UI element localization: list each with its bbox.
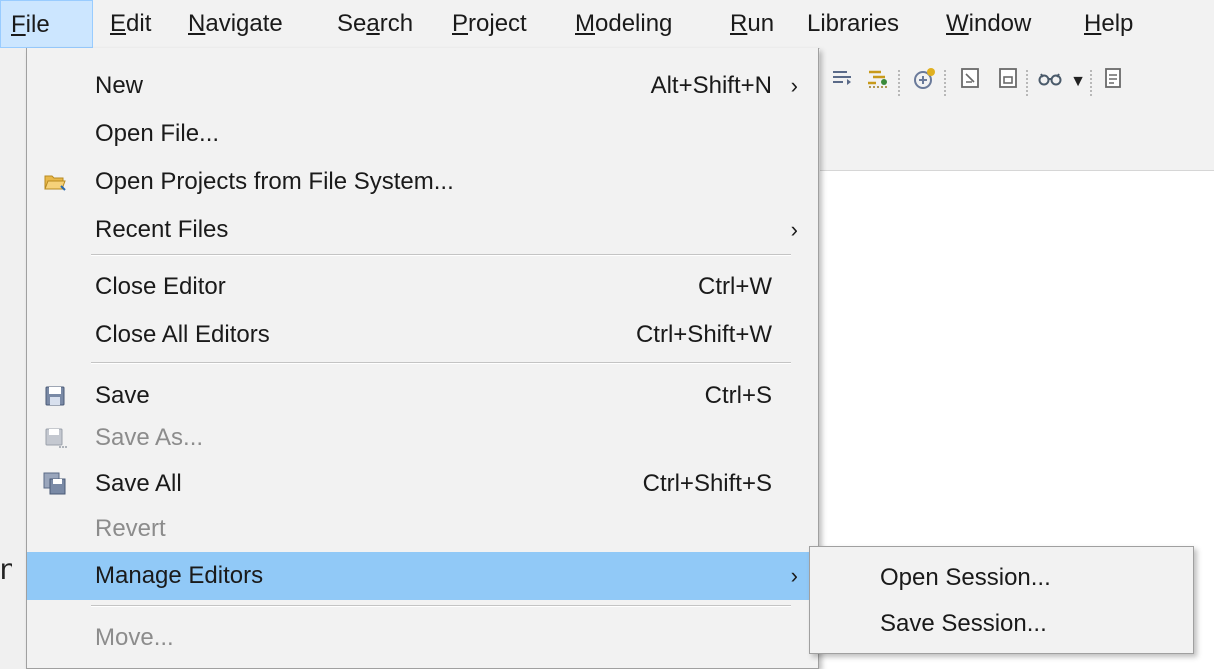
menu-project[interactable]: Project	[442, 0, 537, 48]
menu-libraries[interactable]: Libraries	[797, 0, 909, 48]
menu-run-label: un	[747, 10, 775, 37]
menu-bar: File Edit Navigate Search Project Modeli…	[0, 0, 1214, 49]
menu-item-open-projects[interactable]: Open Projects from File System...	[27, 158, 818, 206]
menu-item-label: Revert	[95, 515, 166, 542]
menu-item-label: Close Editor	[95, 273, 226, 300]
toolbar-icon-5[interactable]	[994, 66, 1022, 98]
menu-item-save[interactable]: Save Ctrl+S	[27, 372, 818, 420]
menu-item-label: Manage Editors	[95, 562, 264, 589]
menu-modeling-label: odeling	[595, 10, 673, 37]
submenu-arrow-icon: ›	[790, 73, 798, 98]
save-icon	[43, 384, 67, 408]
menu-item-label: Recent Files	[95, 216, 229, 243]
menu-navigate[interactable]: Navigate	[178, 0, 293, 48]
menu-item-label: Close All Editors	[95, 321, 270, 348]
menu-item-manage-editors[interactable]: Manage Editors ›	[27, 552, 818, 600]
save-all-icon	[43, 472, 67, 496]
menu-search-mnemonic: a	[366, 10, 380, 37]
toolbar-separator	[1026, 70, 1030, 96]
menu-project-label: roject	[468, 10, 527, 37]
submenu-item-label: Open Session...	[880, 564, 1051, 591]
toolbar-icon-7[interactable]	[1100, 66, 1128, 98]
menu-help[interactable]: Help	[1074, 0, 1143, 48]
submenu-item-save-session[interactable]: Save Session...	[810, 600, 1193, 648]
toolbar-icon-2[interactable]	[864, 66, 892, 98]
main-toolbar: ▼	[820, 48, 1214, 120]
toolbar-icon-6[interactable]	[1036, 66, 1064, 98]
menu-modeling-mnemonic: M	[575, 10, 595, 37]
menu-item-move: Move...	[27, 614, 818, 662]
menu-item-close-editor[interactable]: Close Editor Ctrl+W	[27, 263, 818, 311]
file-menu-dropdown: New Alt+Shift+N › Open File... Open Proj…	[26, 48, 819, 669]
menu-edit-mnemonic: E	[110, 10, 127, 37]
folder-open-icon	[43, 170, 67, 194]
menu-file[interactable]: File	[0, 0, 93, 48]
menu-search-label: rch	[379, 10, 414, 37]
toolbar-separator	[1090, 70, 1094, 96]
menu-item-shortcut: Ctrl+Shift+S	[642, 470, 772, 497]
menu-item-label: Save	[95, 382, 150, 409]
toolbar-icon-1[interactable]	[828, 66, 856, 98]
menu-navigate-mnemonic: N	[188, 10, 206, 37]
menu-item-shortcut: Ctrl+Shift+W	[635, 321, 772, 348]
menu-item-new[interactable]: New Alt+Shift+N ›	[27, 62, 818, 110]
menu-item-shortcut: Ctrl+W	[698, 273, 772, 300]
menu-item-save-all[interactable]: Save All Ctrl+Shift+S	[27, 460, 818, 508]
menu-search[interactable]: Search	[327, 0, 423, 48]
menu-edit-label: dit	[126, 10, 152, 37]
menu-run-mnemonic: R	[730, 10, 748, 37]
toolbar-icon-4[interactable]	[956, 66, 984, 98]
menu-help-mnemonic: H	[1084, 10, 1102, 37]
menu-item-label: Open File...	[95, 120, 220, 147]
menu-item-open-file[interactable]: Open File...	[27, 110, 818, 158]
submenu-arrow-icon: ›	[790, 563, 798, 588]
menu-item-label: Save As...	[95, 424, 204, 451]
toolbar-icon-3[interactable]	[910, 66, 938, 98]
menu-item-close-all-editors[interactable]: Close All Editors Ctrl+Shift+W	[27, 311, 818, 359]
menu-window-label: indow	[968, 10, 1032, 37]
menu-help-label: elp	[1101, 10, 1134, 37]
menu-item-label: Open Projects from File System...	[95, 168, 454, 195]
editor-tab-bar	[820, 120, 1214, 171]
submenu-item-label: Save Session...	[880, 610, 1047, 637]
menu-separator	[91, 362, 791, 364]
manage-editors-submenu: Open Session... Save Session...	[809, 546, 1194, 654]
menu-file-mnemonic: F	[11, 11, 26, 38]
menu-file-label: ile	[25, 11, 50, 38]
menu-window[interactable]: Window	[936, 0, 1041, 48]
menu-item-label: Move...	[95, 624, 174, 651]
save-as-icon	[43, 426, 67, 450]
menu-item-shortcut: Alt+Shift+N	[650, 72, 772, 99]
partial-edge-glyph: n	[0, 553, 12, 586]
menu-edit[interactable]: Edit	[100, 0, 161, 48]
menu-separator	[91, 605, 791, 607]
menu-item-recent-files[interactable]: Recent Files ›	[27, 206, 818, 254]
menu-separator	[91, 254, 791, 256]
menu-item-label: New	[95, 72, 144, 99]
menu-item-revert: Revert	[27, 505, 818, 553]
menu-item-save-as: Save As...	[27, 414, 818, 462]
menu-item-label: Save All	[95, 470, 182, 497]
menu-window-mnemonic: W	[946, 10, 969, 37]
menu-modeling[interactable]: Modeling	[565, 0, 682, 48]
menu-item-shortcut: Ctrl+S	[704, 382, 772, 409]
menu-run[interactable]: Run	[720, 0, 784, 48]
submenu-arrow-icon: ›	[790, 217, 798, 242]
menu-project-mnemonic: P	[452, 10, 469, 37]
dropdown-arrow-icon[interactable]: ▼	[1064, 66, 1092, 98]
menu-search-pre: Se	[337, 10, 367, 37]
toolbar-separator	[944, 70, 948, 96]
toolbar-separator	[898, 70, 902, 96]
menu-libraries-label: Libraries	[807, 10, 900, 37]
menu-navigate-label: avigate	[205, 10, 283, 37]
submenu-item-open-session[interactable]: Open Session...	[810, 554, 1193, 602]
